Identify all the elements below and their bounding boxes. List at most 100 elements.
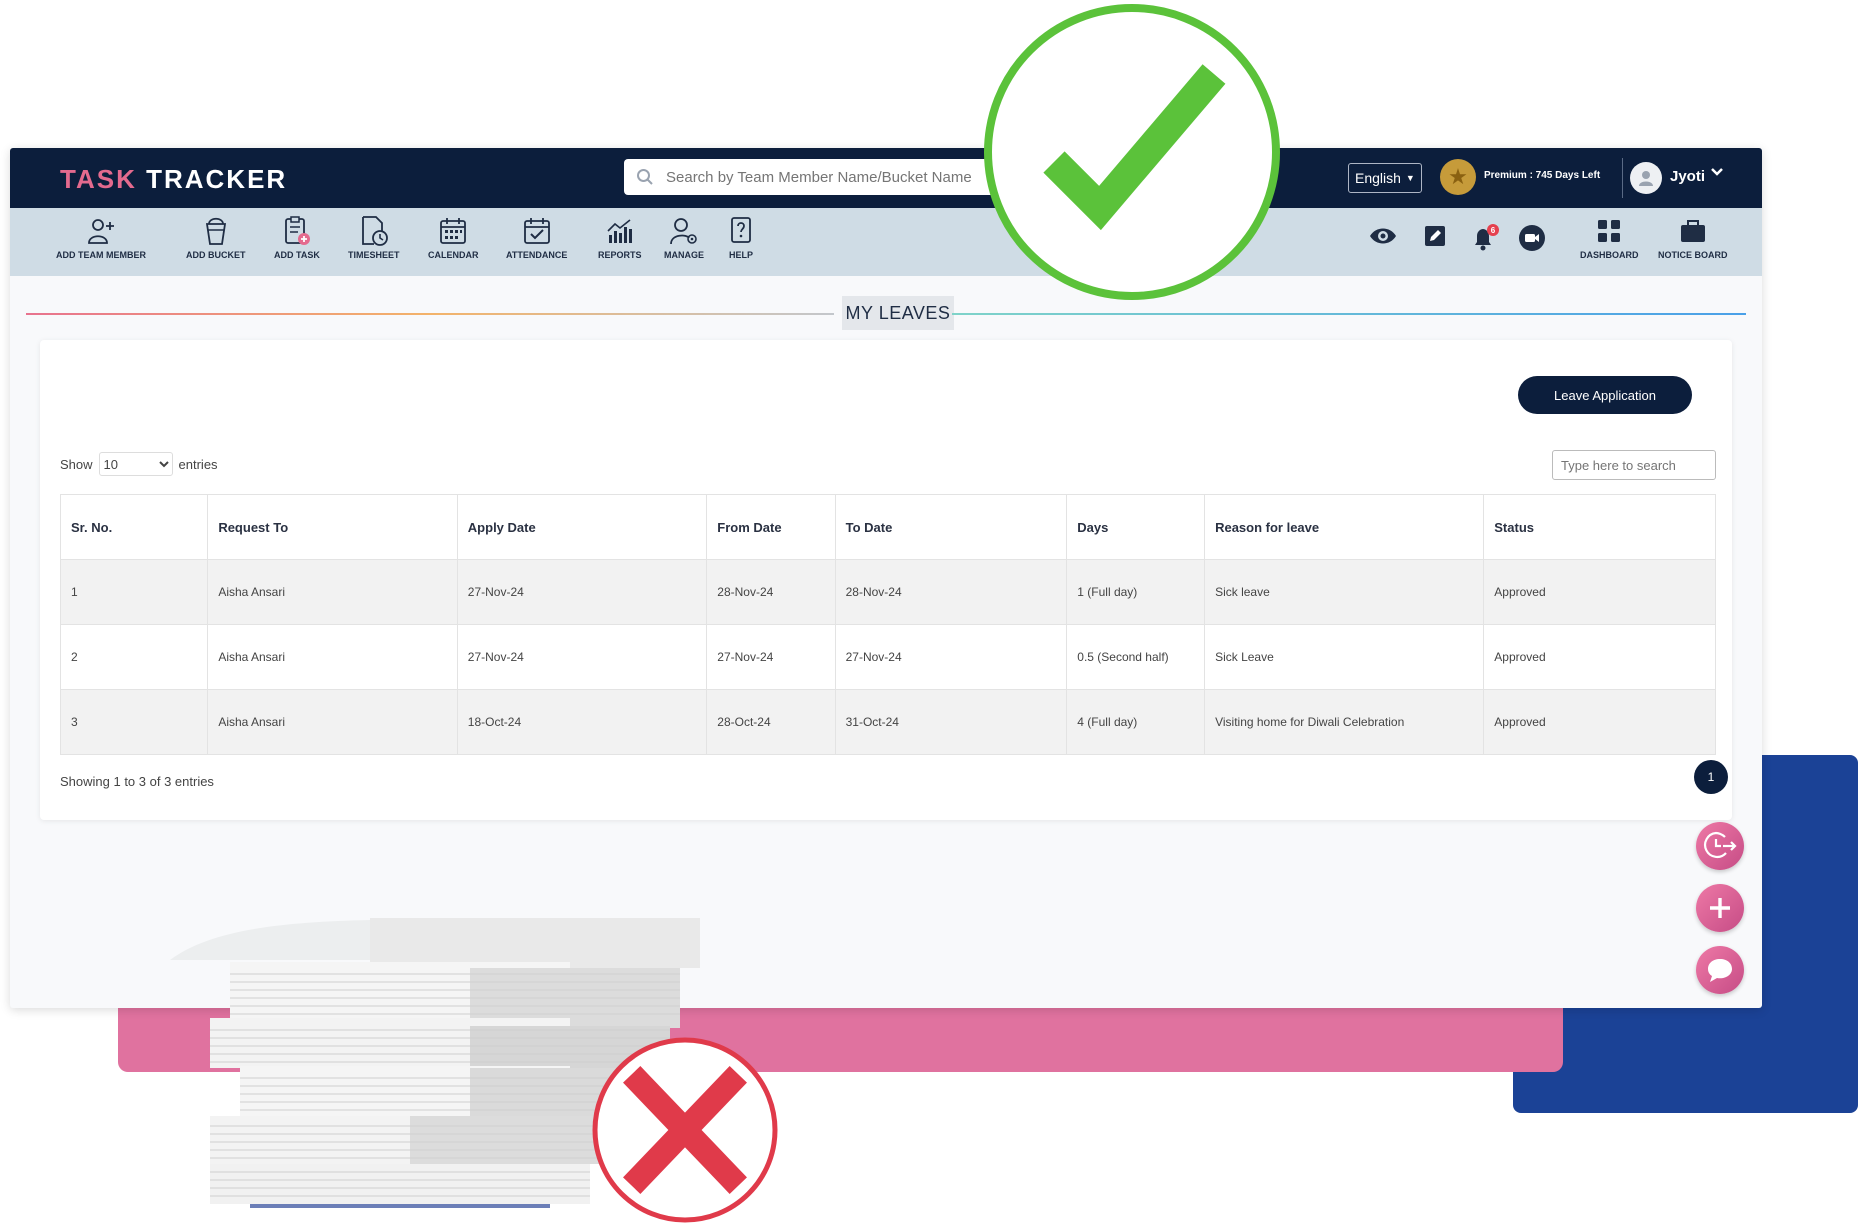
user-icon: [1639, 171, 1653, 186]
cell-sr-no: 3: [59, 689, 209, 755]
cell-apply-date: 27-Nov-24: [456, 624, 708, 690]
user-name[interactable]: Jyoti: [1670, 168, 1705, 185]
table-search-input[interactable]: [1552, 450, 1716, 480]
toolbar-label: ADD BUCKET: [186, 250, 246, 260]
cell-days: 4 (Full day): [1066, 689, 1206, 755]
toolbar-reports[interactable]: REPORTS: [598, 214, 642, 260]
toolbar-add-team-member[interactable]: ADD TEAM MEMBER: [56, 214, 146, 260]
table-row[interactable]: 2 Aisha Ansari 27-Nov-24 27-Nov-24 27-No…: [59, 624, 1716, 690]
toolbar-label: DASHBOARD: [1580, 250, 1639, 260]
timesheet-icon: [359, 214, 389, 248]
toolbar-label: ATTENDANCE: [506, 250, 568, 260]
toolbar-calendar[interactable]: CALENDAR: [428, 214, 479, 260]
clock-out-fab[interactable]: [1696, 822, 1744, 870]
attendance-icon: [523, 214, 551, 248]
toolbar-add-task[interactable]: ADD TASK: [274, 214, 320, 260]
show-label: Show: [60, 456, 93, 472]
toolbar-timesheet[interactable]: TIMESHEET: [348, 214, 400, 260]
main-toolbar: ADD TEAM MEMBER ADD BUCKET ADD TASK TIME…: [10, 208, 1762, 276]
toolbar-attendance[interactable]: ATTENDANCE: [506, 214, 567, 260]
premium-status: Premium : 745 Days Left: [1484, 170, 1601, 181]
clock-out-icon: [1704, 831, 1737, 859]
toolbar-label: MANAGE: [664, 250, 704, 260]
cell-from-date: 28-Oct-24: [706, 689, 836, 755]
cell-sr-no: 1: [59, 559, 209, 625]
cell-reason: Sick leave: [1204, 559, 1485, 625]
toolbar-label: ADD TEAM MEMBER: [56, 250, 146, 260]
edit-icon[interactable]: [1424, 224, 1446, 253]
column-header[interactable]: Request To: [207, 494, 458, 560]
app-window: TASK TRACKER English ▼ ★ Premium : 745 D…: [10, 148, 1762, 1008]
cell-reason: Visiting home for Diwali Celebration: [1204, 689, 1485, 755]
table-row[interactable]: 3 Aisha Ansari 18-Oct-24 28-Oct-24 31-Oc…: [59, 689, 1716, 755]
pagination-page-1[interactable]: 1: [1694, 760, 1728, 794]
toolbar-label: ADD TASK: [274, 250, 320, 260]
column-header[interactable]: Sr. No.: [59, 494, 209, 560]
chat-fab[interactable]: [1696, 946, 1744, 994]
toolbar-label: TIMESHEET: [348, 250, 400, 260]
toolbar-label: CALENDAR: [428, 250, 479, 260]
chat-icon: [1708, 959, 1732, 982]
cell-from-date: 27-Nov-24: [706, 624, 836, 690]
toolbar-add-bucket[interactable]: ADD BUCKET: [186, 214, 246, 260]
table-row[interactable]: 1 Aisha Ansari 27-Nov-24 28-Nov-24 28-No…: [59, 559, 1716, 625]
cell-request-to: Aisha Ansari: [207, 624, 458, 690]
column-header[interactable]: Apply Date: [456, 494, 708, 560]
cell-sr-no: 2: [59, 624, 209, 690]
notification-count: 6: [1491, 226, 1496, 235]
reports-icon: [606, 214, 634, 248]
logo-part-tracker: TRACKER: [146, 164, 288, 194]
entries-label: entries: [178, 456, 218, 472]
leaves-card: Leave Application Show 10 entries Sr. No…: [40, 340, 1732, 820]
column-header[interactable]: Reason for leave: [1204, 494, 1485, 560]
leaves-table: Sr. No. Request To Apply Date From Date …: [59, 494, 1716, 755]
toolbar-dashboard[interactable]: DASHBOARD: [1580, 214, 1639, 260]
column-header[interactable]: Status: [1483, 494, 1716, 560]
title-divider-right: [952, 313, 1746, 315]
clipboard-add-icon: [282, 214, 312, 248]
cell-to-date: 31-Oct-24: [834, 689, 1068, 755]
cell-status: Approved: [1483, 559, 1716, 625]
dashboard-icon: [1596, 214, 1622, 248]
cell-status: Approved: [1483, 624, 1716, 690]
video-icon[interactable]: [1518, 224, 1546, 257]
table-header-row: Sr. No. Request To Apply Date From Date …: [59, 494, 1716, 560]
chevron-down-icon[interactable]: [1710, 165, 1724, 182]
column-header[interactable]: Days: [1066, 494, 1206, 560]
toolbar-notice-board[interactable]: NOTICE BOARD: [1658, 214, 1728, 260]
premium-star-icon: ★: [1440, 159, 1476, 195]
cell-from-date: 28-Nov-24: [706, 559, 836, 625]
cell-reason: Sick Leave: [1204, 624, 1485, 690]
plus-icon: [1710, 898, 1730, 918]
calendar-icon: [439, 214, 467, 248]
column-header[interactable]: To Date: [834, 494, 1068, 560]
cell-request-to: Aisha Ansari: [207, 689, 458, 755]
global-search: [624, 159, 1044, 195]
logo[interactable]: TASK TRACKER: [60, 164, 287, 195]
search-icon: [637, 169, 653, 185]
leave-application-button[interactable]: Leave Application: [1518, 376, 1692, 414]
toolbar-help[interactable]: HELP: [729, 214, 753, 260]
page-title: MY LEAVES: [842, 296, 954, 330]
entries-select[interactable]: 10: [98, 452, 173, 476]
cell-to-date: 28-Nov-24: [834, 559, 1068, 625]
global-search-input[interactable]: [664, 167, 1008, 187]
language-dropdown[interactable]: English ▼: [1348, 163, 1422, 193]
cell-days: 1 (Full day): [1066, 559, 1206, 625]
top-navbar: TASK TRACKER English ▼ ★ Premium : 745 D…: [10, 148, 1762, 208]
logo-part-task: TASK: [60, 164, 137, 194]
caret-down-icon: ▼: [1405, 173, 1415, 183]
help-icon: [729, 214, 753, 248]
cross-mark-icon: [592, 1037, 778, 1223]
cell-status: Approved: [1483, 689, 1716, 755]
bell-icon[interactable]: 6: [1470, 224, 1502, 257]
page-title-row: MY LEAVES: [26, 296, 1746, 332]
toolbar-manage[interactable]: MANAGE: [664, 214, 704, 260]
add-fab[interactable]: [1696, 884, 1744, 932]
column-header[interactable]: From Date: [706, 494, 836, 560]
table-info: Showing 1 to 3 of 3 entries: [60, 774, 214, 789]
avatar[interactable]: [1630, 162, 1662, 194]
cell-to-date: 27-Nov-24: [834, 624, 1068, 690]
eye-icon[interactable]: [1368, 224, 1398, 253]
title-divider-left: [26, 313, 834, 315]
